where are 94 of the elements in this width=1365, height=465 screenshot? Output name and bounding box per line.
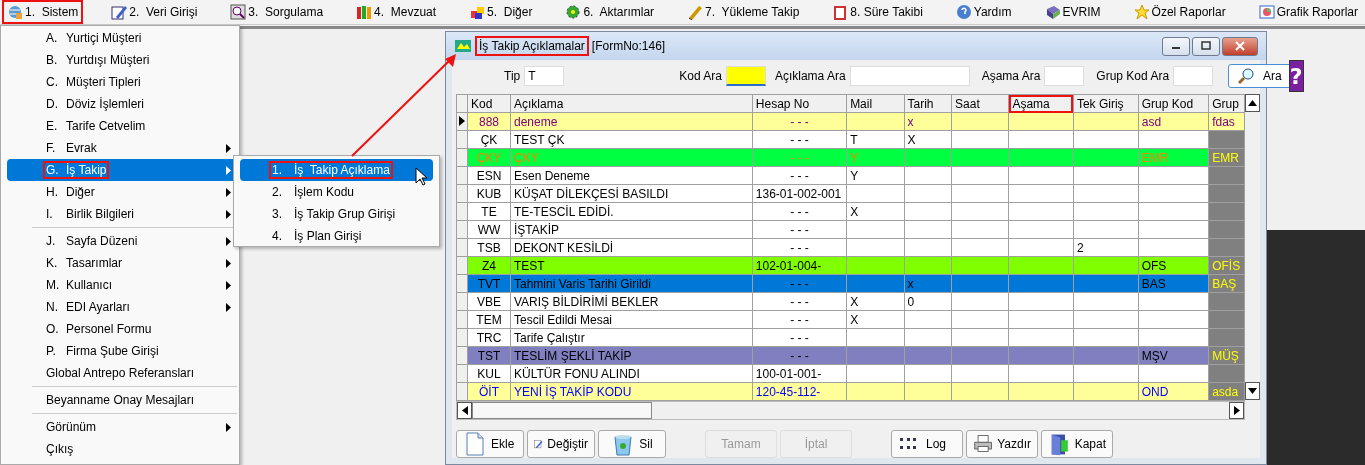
- menu-item[interactable]: Global Antrepo Referansları: [7, 362, 237, 384]
- cursor-icon: [415, 167, 428, 186]
- field-label: Grup Kod Ara: [1096, 69, 1170, 83]
- column-header[interactable]: Kod: [467, 94, 511, 113]
- menu-item[interactable]: Özel Raporlar: [1128, 0, 1231, 24]
- right-arrow-icon: [1233, 406, 1240, 415]
- menu-item[interactable]: B. Yurtdışı Müşteri: [7, 49, 237, 71]
- scrollbar-thumb[interactable]: [472, 402, 652, 419]
- minimize-button[interactable]: [1162, 36, 1190, 56]
- column-header[interactable]: Aşama: [1008, 94, 1074, 113]
- menu-item[interactable]: Görünüm: [7, 416, 237, 438]
- scroll-up-button[interactable]: [1245, 94, 1260, 112]
- menu-item[interactable]: 8. Süre Takibi: [827, 0, 928, 24]
- menu-item[interactable]: M. Kullanıcı: [7, 274, 237, 296]
- menu-item[interactable]: K. Tasarımlar: [7, 252, 237, 274]
- vertical-scrollbar[interactable]: [1245, 94, 1260, 400]
- column-header[interactable]: Hesap No: [752, 94, 847, 113]
- menu-item[interactable]: 4. Mevzuat: [351, 0, 442, 24]
- form-button[interactable]: Kapat: [1041, 430, 1113, 458]
- form-button[interactable]: Sil: [598, 430, 666, 458]
- gear-icon: [565, 4, 582, 20]
- menu-item[interactable]: I. Birlik Bilgileri: [7, 203, 237, 225]
- menu-item[interactable]: 1. İş Takip Açıklama: [240, 159, 433, 181]
- close-icon: [1235, 41, 1245, 51]
- menu-item[interactable]: Grafik Raporlar: [1253, 0, 1363, 24]
- document-icon: [463, 432, 487, 456]
- menu-item[interactable]: E. Tarife Cetvelim: [7, 115, 237, 137]
- pencil-icon: [111, 4, 128, 20]
- down-arrow-icon: [1248, 388, 1257, 394]
- up-arrow-icon: [1248, 100, 1257, 106]
- menu-item[interactable]: J. Sayfa Düzeni: [7, 230, 237, 252]
- menu-item[interactable]: Beyanname Onay Mesajları: [7, 389, 237, 411]
- cubes-icon: [469, 4, 486, 20]
- input-field[interactable]: [725, 66, 766, 86]
- field-label: Açıklama Ara: [774, 69, 846, 83]
- input-field[interactable]: [1044, 66, 1085, 86]
- book-icon: [1044, 4, 1061, 20]
- column-header[interactable]: Mail: [846, 94, 904, 113]
- menu-item[interactable]: F. Evrak: [7, 137, 237, 159]
- input-field[interactable]: T: [524, 66, 565, 86]
- horizontal-scrollbar[interactable]: [456, 401, 1245, 420]
- field-label: Aşama Ara: [981, 69, 1041, 83]
- magnifier-icon: [230, 4, 247, 20]
- menu-item[interactable]: O. Personel Formu: [7, 318, 237, 340]
- menu-item[interactable]: 4. İş Plan Girişi: [240, 225, 433, 247]
- globe-icon: [7, 4, 23, 20]
- column-header[interactable]: Grup: [1208, 94, 1245, 113]
- star-icon: [1133, 4, 1150, 20]
- chart-icon: [1258, 4, 1275, 20]
- left-arrow-icon: [461, 406, 468, 415]
- field-label: Tip: [504, 69, 521, 83]
- form-number: [FormNo:146]: [591, 39, 666, 53]
- form-button[interactable]: Değiştir: [527, 430, 595, 458]
- question-icon: [955, 4, 972, 20]
- column-header[interactable]: Grup Kod: [1138, 94, 1209, 113]
- menu-item[interactable]: H. Diğer: [7, 181, 237, 203]
- input-field[interactable]: [849, 66, 970, 86]
- search-icon: [1237, 67, 1256, 85]
- menu-item[interactable]: P. Firma Şube Girişi: [7, 340, 237, 362]
- menu-item[interactable]: 3. İş Takip Grup Girişi: [240, 203, 433, 225]
- menu-item[interactable]: C. Müşteri Tipleri: [7, 71, 237, 93]
- window-title: İş Takip Açıklamalar: [475, 36, 589, 56]
- menu-item[interactable]: 5. Diğer: [464, 0, 538, 24]
- menu-item[interactable]: D. Döviz İşlemleri: [7, 93, 237, 115]
- form-button[interactable]: Yazdır: [966, 430, 1038, 458]
- column-header[interactable]: Saat: [951, 94, 1009, 113]
- scroll-right-button[interactable]: [1229, 402, 1244, 419]
- field-label: Kod Ara: [679, 69, 722, 83]
- menu-item[interactable]: 6. Aktarımlar: [560, 0, 660, 24]
- form-button[interactable]: Log: [891, 430, 963, 458]
- menu-item[interactable]: A. Yurtiçi Müşteri: [7, 27, 237, 49]
- current-row-icon: [459, 115, 465, 126]
- menu-item[interactable]: 3. Sorgulama: [225, 0, 329, 24]
- form-button[interactable]: Ekle: [456, 430, 524, 458]
- input-field[interactable]: [1173, 66, 1214, 86]
- column-header[interactable]: Tarih: [904, 94, 952, 113]
- maximize-icon: [1201, 41, 1211, 51]
- menu-item[interactable]: 2. Veri Girişi: [106, 0, 203, 24]
- column-header[interactable]: Açıklama: [510, 94, 753, 113]
- clipboard-icon: [832, 4, 849, 20]
- menu-item[interactable]: EVRIM: [1039, 0, 1106, 24]
- close-button[interactable]: [1222, 36, 1258, 56]
- maximize-button[interactable]: [1192, 36, 1220, 56]
- app-icon: [454, 38, 472, 54]
- menu-item[interactable]: N. EDI Ayarları: [7, 296, 237, 318]
- books-icon: [356, 4, 373, 20]
- menu-item[interactable]: Yardım: [950, 0, 1017, 24]
- pen-icon: [687, 4, 704, 20]
- column-header[interactable]: Tek Giriş: [1073, 94, 1139, 113]
- scroll-down-button[interactable]: [1245, 382, 1260, 400]
- menu-item[interactable]: 2. İşlem Kodu: [240, 181, 433, 203]
- menu-item[interactable]: 7. Yükleme Takip: [682, 0, 805, 24]
- scroll-left-button[interactable]: [457, 402, 472, 419]
- menu-item[interactable]: Çıkış: [7, 438, 237, 460]
